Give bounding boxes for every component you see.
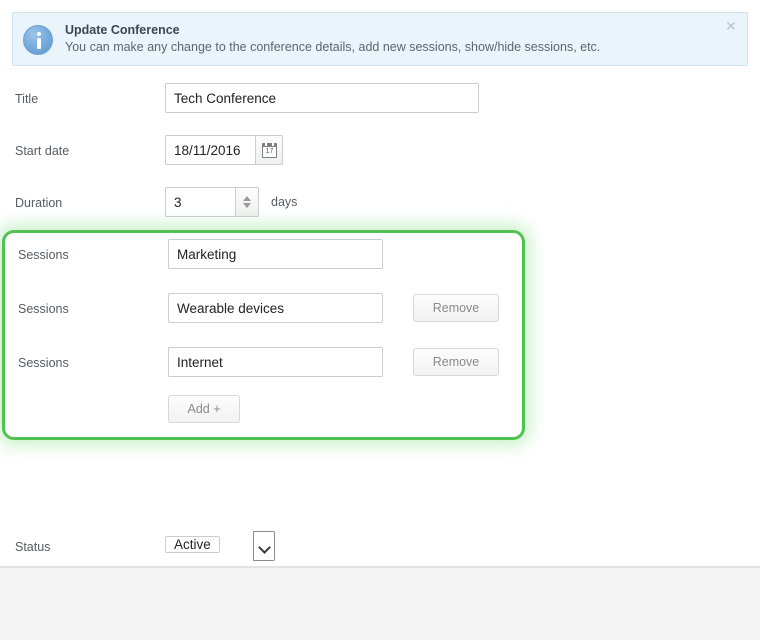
session-label: Sessions: [18, 248, 69, 262]
session-row: Sessions: [5, 233, 522, 287]
alert-title: Update Conference: [65, 23, 180, 37]
status-select[interactable]: Active: [165, 531, 275, 561]
conference-form: Title Start date 17 Duration: [0, 78, 760, 628]
start-date-input[interactable]: [165, 135, 255, 165]
session-input[interactable]: [168, 239, 383, 269]
session-input[interactable]: [168, 293, 383, 323]
sessions-list: Sessions Sessions Remove Sessions: [5, 233, 522, 437]
title-field-zone: [165, 83, 479, 113]
add-session-button[interactable]: Add +: [168, 395, 240, 423]
calendar-icon: 17: [262, 143, 277, 158]
calendar-tab-right: [272, 143, 274, 146]
chevron-down-icon[interactable]: [253, 531, 275, 561]
session-remove-zone: Remove: [413, 294, 499, 322]
session-field-zone: [168, 347, 383, 377]
add-session-row: Add +: [5, 395, 522, 435]
duration-label: Duration: [15, 196, 63, 210]
session-label: Sessions: [18, 302, 69, 316]
info-icon: [23, 25, 53, 55]
update-conference-alert: Update Conference You can make any chang…: [12, 12, 748, 66]
status-field-zone: Active: [165, 531, 275, 561]
calendar-tab-left: [265, 143, 267, 146]
start-date-row: Start date 17: [0, 130, 760, 182]
remove-session-button[interactable]: Remove: [413, 294, 499, 322]
footer-area: [0, 568, 760, 640]
sessions-highlight-panel: Sessions Sessions Remove Sessions: [2, 230, 525, 440]
alert-description: You can make any change to the conferenc…: [65, 40, 601, 54]
status-label: Status: [15, 540, 51, 554]
alert-text-block: Update Conference You can make any chang…: [65, 22, 707, 56]
session-label: Sessions: [18, 356, 69, 370]
remove-session-button[interactable]: Remove: [413, 348, 499, 376]
session-field-zone: [168, 293, 383, 323]
page-root: Update Conference You can make any chang…: [0, 0, 760, 640]
quantity-stepper[interactable]: [235, 187, 259, 217]
caret-down-icon[interactable]: [243, 203, 251, 208]
date-picker-button[interactable]: 17: [255, 135, 283, 165]
session-field-zone: [168, 239, 383, 269]
start-date-field-zone: 17: [165, 135, 283, 165]
title-label: Title: [15, 92, 39, 106]
duration-field-zone: days: [165, 187, 297, 217]
duration-unit-label: days: [271, 195, 298, 209]
duration-input[interactable]: [165, 187, 235, 217]
session-input[interactable]: [168, 347, 383, 377]
caret-up-icon[interactable]: [243, 196, 251, 201]
title-row: Title: [0, 78, 760, 130]
session-row: Sessions Remove: [5, 287, 522, 341]
session-remove-zone: Remove: [413, 348, 499, 376]
start-date-label: Start date: [15, 144, 70, 158]
session-row: Sessions Remove: [5, 341, 522, 395]
title-input[interactable]: [165, 83, 479, 113]
status-select-value: Active: [165, 536, 220, 553]
close-icon[interactable]: ✕: [723, 18, 739, 34]
add-session-zone: Add +: [168, 395, 240, 423]
duration-row: Duration days: [0, 182, 760, 234]
